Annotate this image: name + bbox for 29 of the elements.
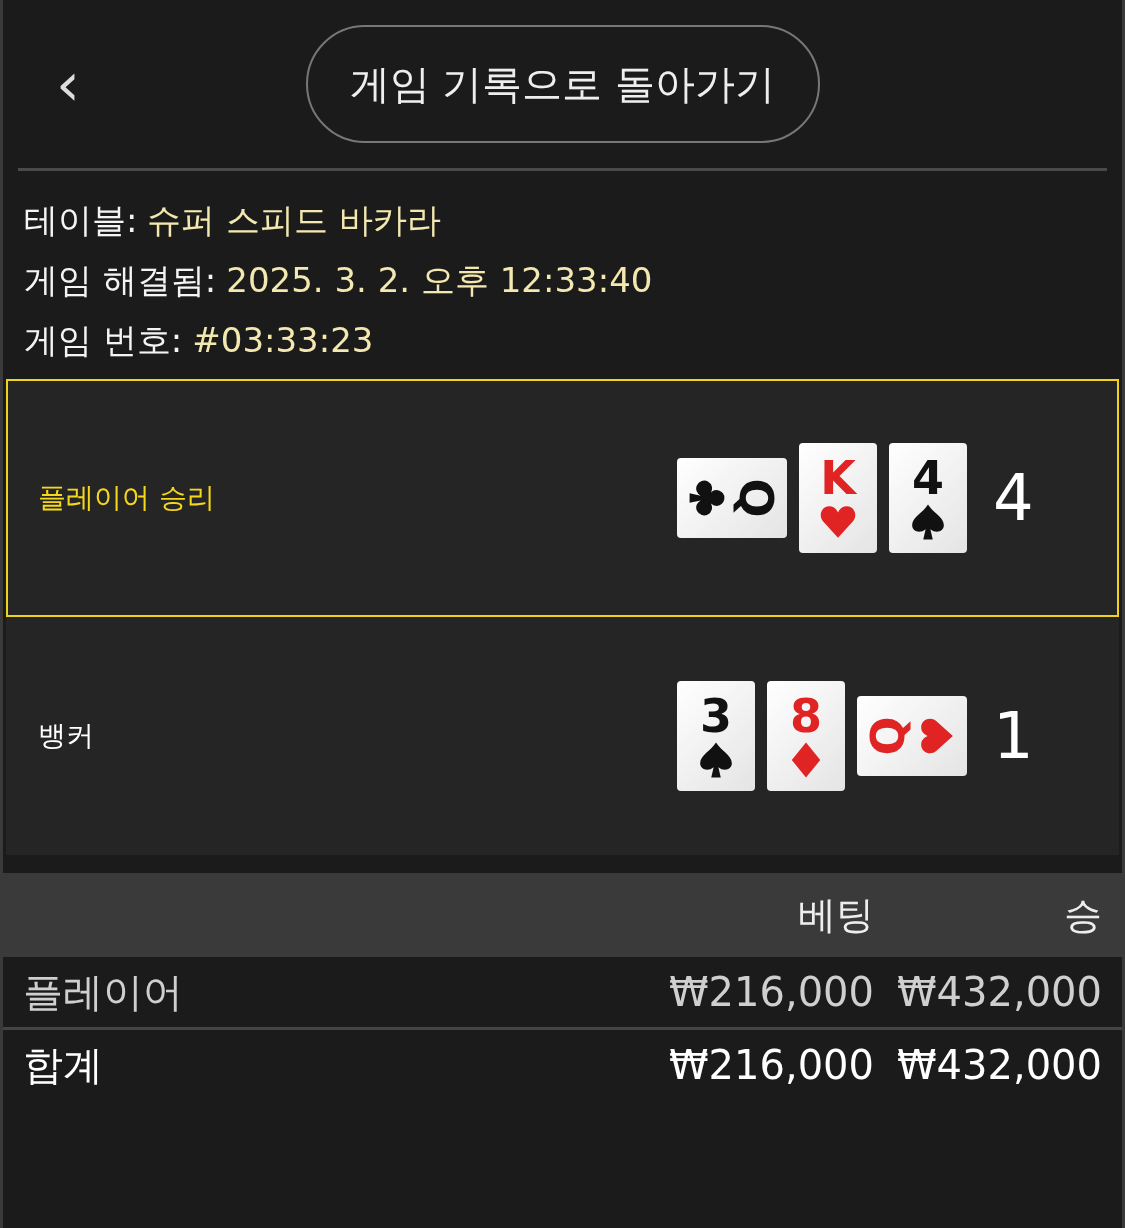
card-rank: 3 [700,693,732,739]
spade-icon [909,503,947,541]
back-to-history-button[interactable]: 게임 기록으로 돌아가기 [305,25,820,143]
hand-label: 뱅커 [38,718,95,754]
table-cell-text: 합계 [23,1040,104,1090]
info-value: 슈퍼 스피드 바카라 [147,199,442,242]
card-rank: Q [733,478,779,518]
hand-total: 4 [993,461,1034,535]
card-rank: 8 [790,693,822,739]
card-rank: Q [865,716,911,756]
info-value: #03:33:23 [192,319,374,362]
card-rank: 4 [912,455,944,501]
table-cell-text: 플레이어 [23,967,184,1017]
info-label: 게임 해결됨: [24,259,217,302]
info-label: 테이블: [24,199,138,242]
info-value: 2025. 3. 2. 오후 12:33:40 [226,259,653,302]
card-rank: K [820,455,856,501]
column-header: 승 [1063,891,1103,939]
info-label: 게임 번호: [24,319,183,362]
club-icon [688,479,727,517]
hand-label: 플레이어 승리 [38,480,216,516]
table-cell-text: ₩216,000 [668,969,874,1015]
table-cell-text: ₩432,000 [896,1042,1103,1088]
back-button[interactable]: ‹ [48,54,88,114]
spade-icon [697,741,735,779]
table-cell-text: ₩432,000 [896,969,1103,1015]
hand-total: 1 [993,699,1034,773]
table-cell-text: ₩216,000 [668,1042,874,1088]
column-header: 베팅 [797,891,874,939]
